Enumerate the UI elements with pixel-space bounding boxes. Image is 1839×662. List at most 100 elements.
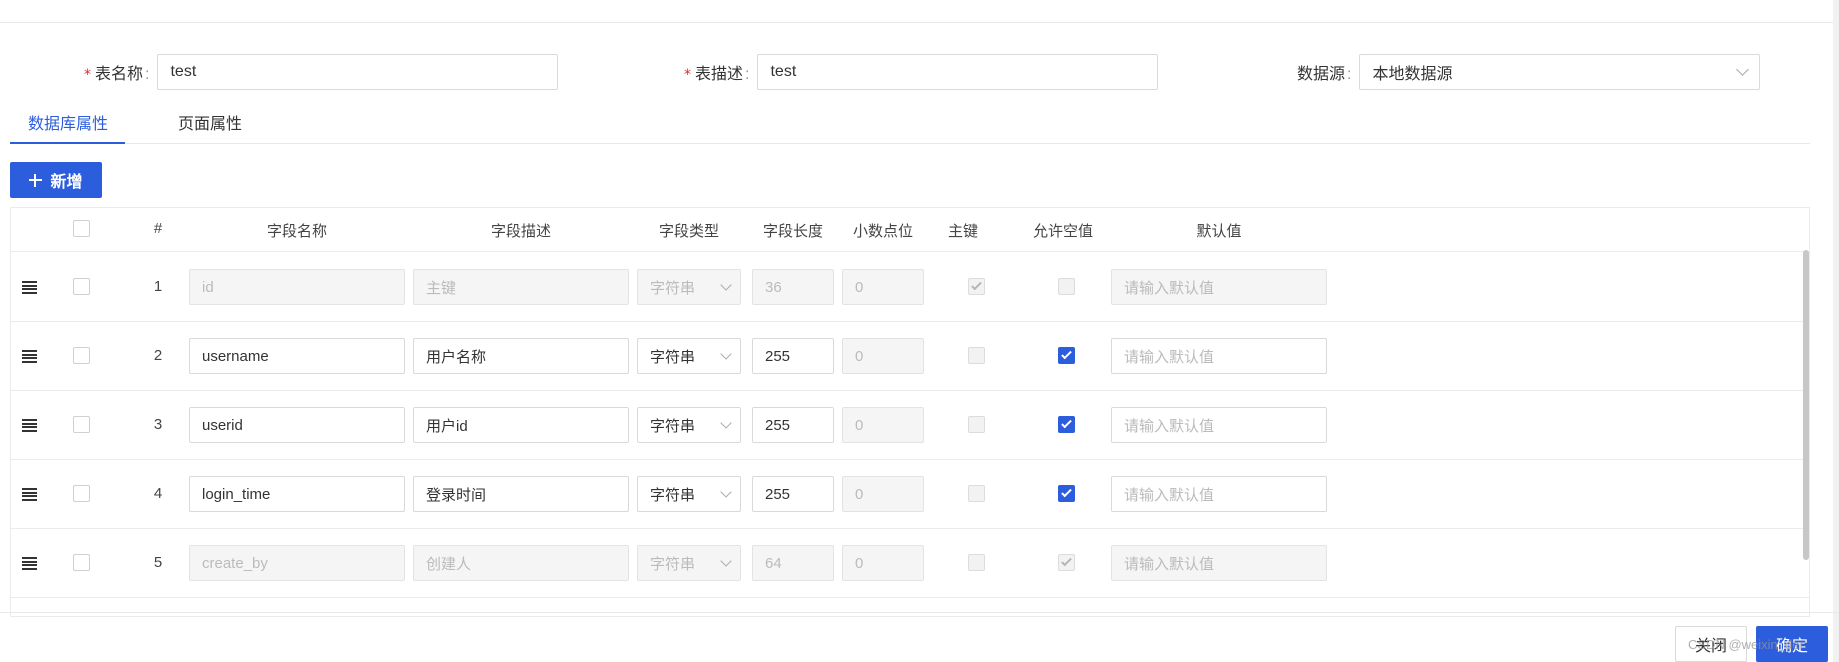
table-desc-label: * 表描述: — [684, 66, 750, 83]
field-name-input[interactable]: userid — [189, 407, 405, 443]
field-type-select[interactable]: 字符串 — [637, 407, 741, 443]
table-desc-group: * 表描述: test — [684, 54, 1159, 90]
col-nullable: 允许空值 — [1032, 223, 1093, 240]
field-length-input[interactable]: 255 — [752, 407, 834, 443]
table-row: 2 username 用户名称 字符串 255 0 请输入默认值 — [11, 322, 1809, 391]
top-divider — [0, 22, 1839, 23]
datasource-value: 本地数据源 — [1372, 66, 1453, 83]
table-row: 1 id 主键 字符串 36 0 请输入默认值 — [11, 253, 1809, 322]
primary-key-checkbox[interactable] — [968, 278, 985, 295]
table-name-group: * 表名称: test — [84, 54, 559, 90]
drag-handle-icon[interactable] — [22, 557, 37, 570]
primary-key-checkbox[interactable] — [968, 416, 985, 433]
field-decimal-input[interactable]: 0 — [842, 545, 924, 581]
tab-active-indicator — [10, 142, 125, 144]
field-name-input[interactable]: username — [189, 338, 405, 374]
field-length-input[interactable]: 36 — [752, 269, 834, 305]
add-field-button[interactable]: 新增 — [10, 162, 102, 198]
table-desc-input[interactable]: test — [757, 54, 1159, 90]
field-length-input[interactable]: 64 — [752, 545, 834, 581]
field-length-input[interactable]: 255 — [752, 338, 834, 374]
field-desc-input[interactable]: 创建人 — [413, 545, 629, 581]
field-type-value: 字符串 — [650, 279, 696, 297]
col-primary-key: 主键 — [948, 223, 979, 240]
page-scrollbar-track[interactable] — [1833, 0, 1839, 662]
datasource-select[interactable]: 本地数据源 — [1359, 54, 1761, 90]
watermark: CSDN @weixin_der — [1688, 637, 1804, 652]
col-field-name: 字段名称 — [266, 223, 327, 240]
row-select-checkbox[interactable] — [73, 485, 90, 502]
field-desc-input[interactable]: 登录时间 — [413, 476, 629, 512]
field-desc-input[interactable]: 用户名称 — [413, 338, 629, 374]
col-index: # — [153, 220, 163, 237]
nullable-checkbox[interactable] — [1058, 554, 1075, 571]
table-scrollbar[interactable] — [1803, 250, 1809, 560]
row-select-checkbox[interactable] — [73, 554, 90, 571]
datasource-group: 数据源: 本地数据源 — [1297, 54, 1761, 90]
datasource-label: 数据源: — [1297, 66, 1352, 83]
chevron-down-icon — [720, 278, 732, 291]
row-index: 5 — [153, 554, 163, 571]
drag-handle-icon[interactable] — [22, 488, 37, 501]
chevron-down-icon — [1736, 63, 1750, 76]
field-type-select[interactable]: 字符串 — [637, 545, 741, 581]
field-decimal-input[interactable]: 0 — [842, 269, 924, 305]
field-name-input[interactable]: create_by — [189, 545, 405, 581]
drag-handle-icon[interactable] — [22, 350, 37, 363]
table-row: 5 create_by 创建人 字符串 64 0 请输入默认值 — [11, 529, 1809, 598]
col-field-type: 字段类型 — [658, 223, 719, 240]
row-select-checkbox[interactable] — [73, 278, 90, 295]
row-index: 2 — [153, 347, 163, 364]
col-field-length: 字段长度 — [762, 223, 823, 240]
check-icon — [1061, 555, 1072, 567]
add-field-label: 新增 — [50, 174, 83, 191]
default-value-input[interactable]: 请输入默认值 — [1111, 269, 1327, 305]
field-name-input[interactable]: login_time — [189, 476, 405, 512]
field-decimal-input[interactable]: 0 — [842, 407, 924, 443]
default-value-input[interactable]: 请输入默认值 — [1111, 407, 1327, 443]
chevron-down-icon — [720, 485, 732, 498]
field-type-select[interactable]: 字符串 — [637, 269, 741, 305]
chevron-down-icon — [720, 347, 732, 360]
nullable-checkbox[interactable] — [1058, 278, 1075, 295]
row-index: 4 — [153, 485, 163, 502]
field-decimal-input[interactable]: 0 — [842, 338, 924, 374]
row-select-checkbox[interactable] — [73, 416, 90, 433]
chevron-down-icon — [720, 554, 732, 567]
drag-handle-icon[interactable] — [22, 419, 37, 432]
footer-divider — [0, 612, 1839, 613]
check-icon — [1061, 486, 1072, 498]
default-value-input[interactable]: 请输入默认值 — [1111, 545, 1327, 581]
field-type-value: 字符串 — [650, 417, 696, 435]
fields-table: # 字段名称 字段描述 字段类型 字段长度 小数点位 主键 允许空值 默认值 1… — [10, 207, 1810, 617]
field-type-select[interactable]: 字符串 — [637, 338, 741, 374]
primary-key-checkbox[interactable] — [968, 485, 985, 502]
row-select-checkbox[interactable] — [73, 347, 90, 364]
field-name-input[interactable]: id — [189, 269, 405, 305]
table-name-label: * 表名称: — [84, 66, 150, 83]
primary-key-checkbox[interactable] — [968, 554, 985, 571]
default-value-input[interactable]: 请输入默认值 — [1111, 476, 1327, 512]
table-name-input[interactable]: test — [157, 54, 559, 90]
col-decimal: 小数点位 — [852, 223, 913, 240]
select-all-checkbox[interactable] — [73, 220, 90, 237]
tab-database-attrs[interactable]: 数据库属性 — [28, 110, 108, 134]
row-index: 3 — [153, 416, 163, 433]
col-default: 默认值 — [1196, 223, 1242, 240]
row-index: 1 — [153, 278, 163, 295]
nullable-checkbox[interactable] — [1058, 347, 1075, 364]
default-value-input[interactable]: 请输入默认值 — [1111, 338, 1327, 374]
field-decimal-input[interactable]: 0 — [842, 476, 924, 512]
field-desc-input[interactable]: 主键 — [413, 269, 629, 305]
check-icon — [1061, 348, 1072, 360]
primary-key-checkbox[interactable] — [968, 347, 985, 364]
drag-handle-icon[interactable] — [22, 281, 37, 294]
nullable-checkbox[interactable] — [1058, 485, 1075, 502]
nullable-checkbox[interactable] — [1058, 416, 1075, 433]
field-length-input[interactable]: 255 — [752, 476, 834, 512]
tab-page-attrs[interactable]: 页面属性 — [178, 110, 242, 134]
plus-icon — [29, 173, 43, 187]
field-desc-input[interactable]: 用户id — [413, 407, 629, 443]
chevron-down-icon — [720, 416, 732, 429]
field-type-select[interactable]: 字符串 — [637, 476, 741, 512]
